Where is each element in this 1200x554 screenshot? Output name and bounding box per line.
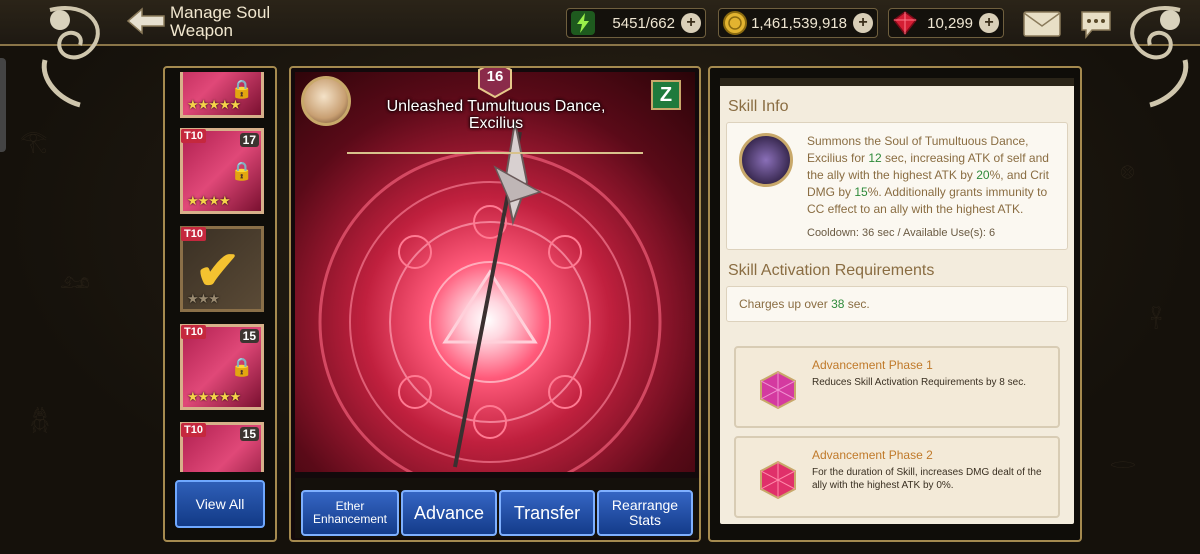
ornament-left-icon <box>41 6 100 108</box>
transfer-button[interactable]: Transfer <box>499 490 595 536</box>
activation-title: Skill Activation Requirements <box>728 262 935 279</box>
weapon-level-badge: 16 <box>478 68 512 99</box>
skill-description: Summons the Soul of Tumultuous Dance, Ex… <box>807 134 1049 216</box>
lock-icon: 🔒 <box>230 161 253 181</box>
soul-weapon-scroll-area[interactable]: 🔒 ★★★★★ T10 17 🔒 ★★★★ T10 ✔ ★★★ T10 15 🔒… <box>171 72 271 472</box>
phase-effect: Reduces Skill Activation Requirements by… <box>812 377 1026 388</box>
phase-title: Advancement Phase 2 <box>812 448 933 462</box>
back-arrow-icon <box>126 7 165 35</box>
view-all-button[interactable]: View All <box>175 480 265 528</box>
back-button[interactable] <box>126 6 166 36</box>
divider <box>347 152 643 154</box>
add-gold-button[interactable]: + <box>853 13 873 33</box>
z-rank-icon[interactable]: Z <box>651 80 681 110</box>
add-stamina-button[interactable]: + <box>681 13 701 33</box>
chat-button[interactable] <box>1078 8 1114 40</box>
soul-weapon-card-selected[interactable]: T10 ✔ ★★★ <box>180 226 264 312</box>
activation-text: Charges up over 38 sec. <box>739 297 870 311</box>
soul-weapon-list: 🔒 ★★★★★ T10 17 🔒 ★★★★ T10 ✔ ★★★ T10 15 🔒… <box>163 66 277 542</box>
skill-info-box: Summons the Soul of Tumultuous Dance, Ex… <box>726 122 1068 250</box>
stamina-value: 5451/662 <box>612 14 675 32</box>
phase-effect: For the duration of Skill, increases DMG… <box>812 467 1042 491</box>
envelope-icon <box>1023 11 1061 37</box>
skill-info-scroll[interactable]: Skill Info Summons the Soul of Tumultuou… <box>720 78 1074 524</box>
gem-counter: 10,299 + <box>888 8 1004 38</box>
skill-info-title: Skill Info <box>728 98 789 115</box>
rearrange-stats-button[interactable]: Rearrange Stats <box>597 490 693 536</box>
ether-enhancement-button[interactable]: Ether Enhancement <box>301 490 399 536</box>
soul-weapon-card[interactable]: T10 15 ★★★★★ <box>180 422 264 472</box>
level-badge: 15 <box>239 329 259 343</box>
skill-info-panel: Skill Info Summons the Soul of Tumultuou… <box>708 66 1082 542</box>
gold-coin-icon <box>721 9 749 37</box>
activation-box: Charges up over 38 sec. <box>726 286 1068 322</box>
level-badge: 17 <box>239 133 259 147</box>
star-rating: ★★★★★ <box>187 97 241 112</box>
soul-weapon-card[interactable]: 🔒 ★★★★★ <box>180 72 264 118</box>
advancement-phase-1: Advancement Phase 1 Reduces Skill Activa… <box>734 346 1060 428</box>
weapon-name-line2: Excilius <box>468 115 524 132</box>
gold-value: 1,461,539,918 <box>751 14 847 32</box>
star-rating: ★★★★★ <box>187 389 241 404</box>
ornament-right-icon <box>1130 6 1189 108</box>
advance-button[interactable]: Advance <box>401 490 497 536</box>
skill-icon <box>739 133 793 187</box>
lightning-icon <box>569 9 597 37</box>
weapon-level: 16 <box>486 68 504 85</box>
hexagon-gem-icon <box>760 370 796 410</box>
gem-value: 10,299 <box>927 14 973 32</box>
star-rating: ★★★★ <box>187 193 231 208</box>
advancement-phase-2: Advancement Phase 2 For the duration of … <box>734 436 1060 518</box>
lock-icon: 🔒 <box>230 357 253 377</box>
weapon-artwork <box>295 72 695 472</box>
stamina-counter: 5451/662 + <box>566 8 706 38</box>
tier-badge: T10 <box>181 129 206 143</box>
ether-label-2: Enhancement <box>312 512 388 526</box>
soul-weapon-card[interactable]: T10 15 🔒 ★★★★★ <box>180 324 264 410</box>
magic-circle-icon <box>318 121 662 472</box>
top-strip <box>720 78 1074 86</box>
rearrange-label-1: Rearrange <box>611 497 679 513</box>
mail-button[interactable] <box>1022 10 1062 38</box>
weapon-name-line1: Unleashed Tumultuous Dance, <box>386 98 606 115</box>
tier-badge: T10 <box>181 325 206 339</box>
star-rating: ★★★ <box>187 291 220 306</box>
action-bar: Ether Enhancement Advance Transfer Rearr… <box>295 478 699 538</box>
weapon-name: Unleashed Tumultuous Dance, Excilius <box>351 98 641 132</box>
weapon-display-panel: 16 Unleashed Tumultuous Dance, Excilius … <box>289 66 701 542</box>
gold-counter: 1,461,539,918 + <box>718 8 878 38</box>
rearrange-label-2: Stats <box>629 512 661 528</box>
phase-title: Advancement Phase 1 <box>812 358 933 372</box>
hexagon-gem-icon <box>760 460 796 500</box>
level-badge: 15 <box>239 427 259 441</box>
side-edge-handle[interactable] <box>0 58 6 152</box>
character-portrait <box>301 76 351 126</box>
cooldown-text: Cooldown: 36 sec / Available Use(s): 6 <box>807 227 996 239</box>
ruby-gem-icon <box>891 9 919 37</box>
soul-weapon-card[interactable]: T10 17 🔒 ★★★★ <box>180 128 264 214</box>
page-title: Manage Soul Weapon <box>170 3 271 40</box>
add-gems-button[interactable]: + <box>979 13 999 33</box>
tier-badge: T10 <box>181 423 206 437</box>
chat-bubble-icon <box>1081 11 1111 40</box>
